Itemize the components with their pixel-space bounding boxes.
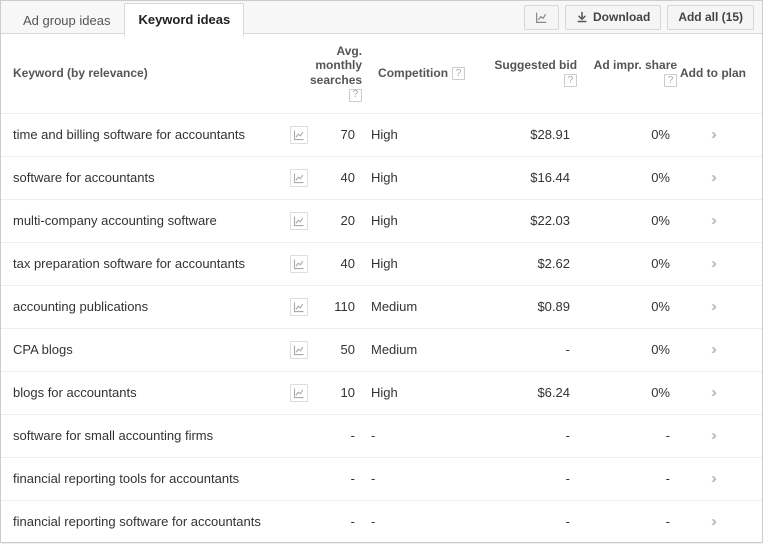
keyword-cell[interactable]: CPA blogs: [13, 342, 288, 357]
add-to-plan-button[interactable]: ››: [702, 427, 722, 444]
add-to-plan-button[interactable]: ››: [702, 126, 722, 143]
keyword-cell[interactable]: time and billing software for accountant…: [13, 127, 288, 142]
trend-chart-icon[interactable]: [290, 341, 308, 359]
bid-cell: -: [475, 471, 570, 486]
help-icon[interactable]: ?: [664, 74, 677, 87]
table-header: Keyword (by relevance) Avg. monthly sear…: [1, 34, 762, 114]
bid-cell: $0.89: [475, 299, 570, 314]
col-add: Add to plan: [677, 66, 754, 80]
searches-cell: -: [310, 514, 365, 529]
searches-cell: 110: [310, 299, 365, 314]
col-bid[interactable]: Suggested bid ?: [482, 58, 577, 88]
trend-chart-icon[interactable]: [290, 298, 308, 316]
keyword-cell[interactable]: financial reporting tools for accountant…: [13, 471, 288, 486]
share-cell: -: [570, 514, 670, 529]
competition-cell: High: [365, 385, 475, 400]
searches-cell: 20: [310, 213, 365, 228]
share-cell: 0%: [570, 170, 670, 185]
share-cell: 0%: [570, 213, 670, 228]
trend-chart-icon[interactable]: [290, 169, 308, 187]
competition-cell: High: [365, 213, 475, 228]
share-cell: 0%: [570, 342, 670, 357]
download-button[interactable]: Download: [565, 5, 661, 30]
competition-cell: Medium: [365, 342, 475, 357]
share-cell: 0%: [570, 256, 670, 271]
add-to-plan-button[interactable]: ››: [702, 384, 722, 401]
searches-cell: 70: [310, 127, 365, 142]
chart-button[interactable]: [524, 5, 559, 30]
share-cell: 0%: [570, 127, 670, 142]
competition-cell: -: [365, 471, 475, 486]
share-cell: 0%: [570, 299, 670, 314]
share-cell: 0%: [570, 385, 670, 400]
help-icon[interactable]: ?: [349, 89, 362, 102]
keyword-cell[interactable]: software for accountants: [13, 170, 288, 185]
bid-cell: $2.62: [475, 256, 570, 271]
searches-cell: -: [310, 428, 365, 443]
table-row: tax preparation software for accountants…: [1, 243, 762, 286]
table-row: CPA blogs 50Medium-0% ››: [1, 329, 762, 372]
bid-cell: -: [475, 342, 570, 357]
trend-chart-icon[interactable]: [290, 212, 308, 230]
table-row: financial reporting tools for accountant…: [1, 458, 762, 501]
add-to-plan-button[interactable]: ››: [702, 169, 722, 186]
table-row: blogs for accountants 10High$6.240% ››: [1, 372, 762, 415]
trend-chart-icon[interactable]: [290, 384, 308, 402]
table-row: software for small accounting firms----›…: [1, 415, 762, 458]
col-share[interactable]: Ad impr. share ?: [577, 58, 677, 88]
searches-cell: 40: [310, 256, 365, 271]
competition-cell: High: [365, 170, 475, 185]
share-cell: -: [570, 471, 670, 486]
chart-icon: [535, 11, 548, 24]
competition-cell: Medium: [365, 299, 475, 314]
trend-chart-icon[interactable]: [290, 126, 308, 144]
table-row: software for accountants 40High$16.440% ››: [1, 157, 762, 200]
table-row: time and billing software for accountant…: [1, 114, 762, 157]
competition-cell: High: [365, 256, 475, 271]
add-to-plan-button[interactable]: ››: [702, 470, 722, 487]
bid-cell: $28.91: [475, 127, 570, 142]
keyword-cell[interactable]: accounting publications: [13, 299, 288, 314]
searches-cell: -: [310, 471, 365, 486]
tab-ad-group-ideas[interactable]: Ad group ideas: [9, 4, 124, 37]
toolbar: Ad group ideas Keyword ideas Download Ad…: [1, 1, 762, 34]
add-to-plan-button[interactable]: ››: [702, 341, 722, 358]
table-row: accounting publications 110Medium$0.890% ›…: [1, 286, 762, 329]
share-cell: -: [570, 428, 670, 443]
table-row: multi-company accounting software 20High$…: [1, 200, 762, 243]
col-searches[interactable]: Avg. monthly searches?: [310, 44, 372, 103]
bid-cell: $16.44: [475, 170, 570, 185]
tab-keyword-ideas[interactable]: Keyword ideas: [124, 3, 244, 37]
help-icon[interactable]: ?: [564, 74, 577, 87]
keyword-cell[interactable]: financial reporting software for account…: [13, 514, 288, 529]
searches-cell: 10: [310, 385, 365, 400]
add-all-button[interactable]: Add all (15): [667, 5, 754, 30]
competition-cell: High: [365, 127, 475, 142]
add-to-plan-button[interactable]: ››: [702, 255, 722, 272]
bid-cell: $22.03: [475, 213, 570, 228]
keyword-cell[interactable]: software for small accounting firms: [13, 428, 288, 443]
download-label: Download: [593, 10, 650, 24]
bid-cell: -: [475, 428, 570, 443]
competition-cell: -: [365, 428, 475, 443]
competition-cell: -: [365, 514, 475, 529]
bid-cell: -: [475, 514, 570, 529]
searches-cell: 50: [310, 342, 365, 357]
col-competition[interactable]: Competition?: [372, 66, 482, 81]
col-keyword[interactable]: Keyword (by relevance): [13, 66, 288, 80]
trend-chart-icon[interactable]: [290, 255, 308, 273]
keyword-cell[interactable]: tax preparation software for accountants: [13, 256, 288, 271]
table: Keyword (by relevance) Avg. monthly sear…: [1, 34, 762, 544]
keyword-cell[interactable]: blogs for accountants: [13, 385, 288, 400]
keyword-cell[interactable]: multi-company accounting software: [13, 213, 288, 228]
add-to-plan-button[interactable]: ››: [702, 298, 722, 315]
add-all-label: Add all (15): [678, 10, 743, 24]
searches-cell: 40: [310, 170, 365, 185]
help-icon[interactable]: ?: [452, 67, 465, 80]
table-row: financial reporting software for account…: [1, 501, 762, 544]
add-to-plan-button[interactable]: ››: [702, 513, 722, 530]
add-to-plan-button[interactable]: ››: [702, 212, 722, 229]
download-icon: [576, 11, 588, 23]
bid-cell: $6.24: [475, 385, 570, 400]
